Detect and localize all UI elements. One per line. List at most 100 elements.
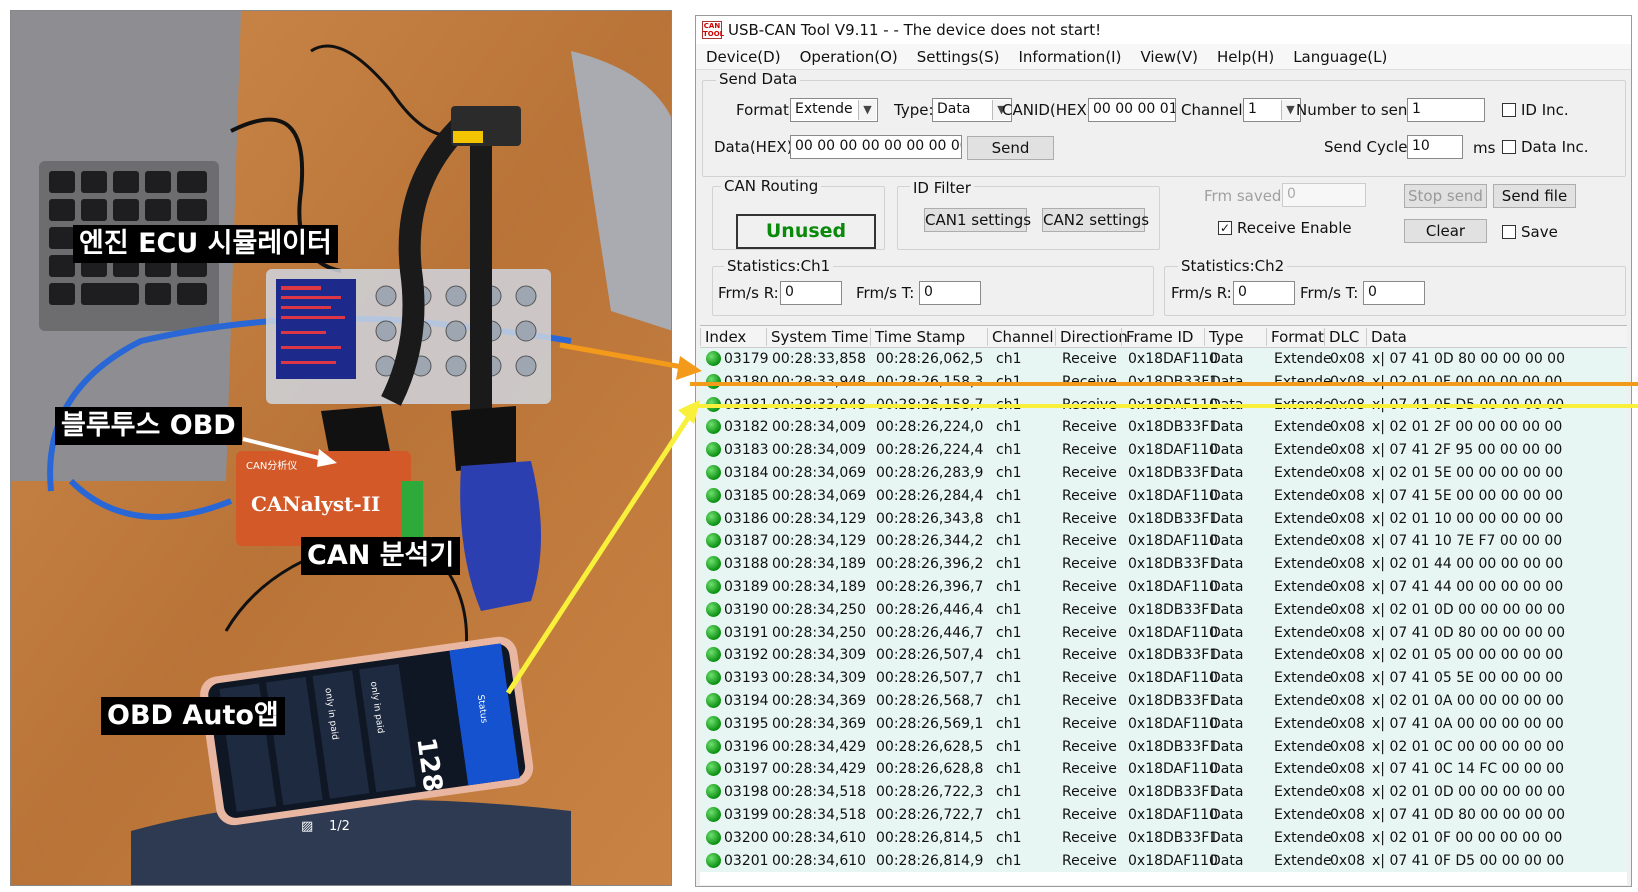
- cell-system-time: 00:28:34,369: [772, 715, 867, 732]
- chevron-down-icon: ▼: [858, 100, 876, 120]
- col-data-header[interactable]: Data: [1366, 328, 1407, 346]
- cell-data: x| 02 01 0D 00 00 00 00 00: [1372, 784, 1565, 801]
- send-button[interactable]: Send: [967, 136, 1054, 160]
- table-row[interactable]: 03193 00:28:34,309 00:28:26,507,7 ch1 Receiv…: [700, 667, 1627, 690]
- table-row[interactable]: 03188 00:28:34,189 00:28:26,396,2 ch1 Receiv…: [700, 553, 1627, 576]
- cell-time-stamp: 00:28:26,344,2: [876, 533, 984, 550]
- cell-system-time: 00:28:34,610: [772, 829, 867, 846]
- cell-format: Extende: [1274, 578, 1332, 595]
- cell-time-stamp: 00:28:26,628,8: [876, 761, 984, 778]
- cell-index: 03189: [724, 578, 769, 595]
- cell-index: 03179: [724, 351, 769, 367]
- table-row[interactable]: 03200 00:28:34,610 00:28:26,814,5 ch1 Receiv…: [700, 826, 1627, 850]
- menu-help[interactable]: Help(H): [1217, 48, 1274, 66]
- number-to-send-input[interactable]: 1: [1407, 98, 1485, 122]
- table-row[interactable]: 03197 00:28:34,429 00:28:26,628,8 ch1 Receiv…: [700, 758, 1627, 782]
- table-row[interactable]: 03201 00:28:34,610 00:28:26,814,9 ch1 Receiv…: [700, 849, 1627, 873]
- col-system-time-header[interactable]: System Time: [766, 328, 868, 346]
- can1-settings-button[interactable]: CAN1 settings: [924, 208, 1031, 232]
- table-row[interactable]: 03198 00:28:34,518 00:28:26,722,3 ch1 Receiv…: [700, 781, 1627, 804]
- cell-system-time: 00:28:34,429: [772, 761, 867, 778]
- format-select[interactable]: Extende ▼: [790, 98, 878, 122]
- can2-settings-button[interactable]: CAN2 settings: [1042, 208, 1149, 232]
- menu-view[interactable]: View(V): [1140, 48, 1198, 66]
- menu-operation[interactable]: Operation(O): [800, 48, 898, 66]
- data-hex-input[interactable]: 00 00 00 00 00 00 00 00: [790, 135, 962, 159]
- col-direction-header[interactable]: Direction: [1055, 328, 1128, 346]
- table-row[interactable]: 03182 00:28:34,009 00:28:26,224,0 ch1 Receiv…: [700, 416, 1627, 440]
- send-file-button[interactable]: Send file: [1493, 184, 1576, 208]
- cell-type: Data: [1210, 806, 1244, 823]
- cell-time-stamp: 00:28:26,396,2: [876, 556, 984, 573]
- cell-frame-id: 0x18DB33F1: [1128, 692, 1219, 709]
- cell-index: 03187: [724, 533, 769, 550]
- table-row[interactable]: 03181 00:28:33,948 00:28:26,158,7 ch1 Receiv…: [700, 393, 1627, 417]
- col-index-header[interactable]: Index: [700, 328, 746, 346]
- table-row[interactable]: 03186 00:28:34,129 00:28:26,343,8 ch1 Receiv…: [700, 507, 1627, 531]
- cell-system-time: 00:28:34,189: [772, 578, 867, 595]
- send-data-group: [702, 80, 1626, 177]
- table-row[interactable]: 03195 00:28:34,369 00:28:26,569,1 ch1 Receiv…: [700, 712, 1627, 736]
- cell-type: Data: [1210, 556, 1244, 573]
- green-dot-icon: [706, 670, 721, 686]
- col-frame-id-header[interactable]: Frame ID: [1121, 328, 1193, 346]
- table-row[interactable]: 03187 00:28:34,129 00:28:26,344,2 ch1 Receiv…: [700, 530, 1627, 554]
- send-cycle-input[interactable]: 10: [1407, 135, 1463, 159]
- clear-button[interactable]: Clear: [1404, 219, 1487, 243]
- menu-information[interactable]: Information(I): [1018, 48, 1121, 66]
- cell-format: Extende: [1274, 373, 1332, 390]
- cell-type: Data: [1210, 442, 1244, 459]
- ch1-frms-r-value: 0: [780, 281, 842, 305]
- col-dlc-header[interactable]: DLC: [1324, 328, 1359, 346]
- cell-data: x| 07 41 05 5E 00 00 00 00: [1372, 670, 1564, 687]
- stop-send-button[interactable]: Stop send: [1404, 184, 1487, 208]
- green-dot-icon: [706, 601, 721, 617]
- cell-system-time: 00:28:34,369: [772, 692, 867, 709]
- cell-dlc: 0x08: [1330, 692, 1366, 709]
- menu-settings[interactable]: Settings(S): [917, 48, 1000, 66]
- table-row[interactable]: 03192 00:28:34,309 00:28:26,507,4 ch1 Receiv…: [700, 644, 1627, 668]
- table-row[interactable]: 03196 00:28:34,429 00:28:26,628,5 ch1 Receiv…: [700, 735, 1627, 759]
- col-channel-header[interactable]: Channel: [987, 328, 1054, 346]
- cell-channel: ch1: [996, 556, 1022, 573]
- id-filter-label: ID Filter: [910, 179, 974, 197]
- id-inc-checkbox[interactable]: ID Inc.: [1502, 101, 1569, 119]
- table-row[interactable]: 03185 00:28:34,069 00:28:26,284,4 ch1 Receiv…: [700, 484, 1627, 508]
- table-row[interactable]: 03190 00:28:34,250 00:28:26,446,4 ch1 Receiv…: [700, 598, 1627, 622]
- table-row[interactable]: 03184 00:28:34,069 00:28:26,283,9 ch1 Receiv…: [700, 461, 1627, 485]
- table-row[interactable]: 03183 00:28:34,009 00:28:26,224,4 ch1 Receiv…: [700, 439, 1627, 462]
- table-row[interactable]: 03179 00:28:33,858 00:28:26,062,5 ch1 Receiv…: [700, 348, 1627, 371]
- col-time-stamp-header[interactable]: Time Stamp: [870, 328, 965, 346]
- cell-system-time: 00:28:34,009: [772, 419, 867, 436]
- cell-channel: ch1: [996, 510, 1022, 527]
- menu-device[interactable]: Device(D): [706, 48, 781, 66]
- col-type-header[interactable]: Type: [1204, 328, 1243, 346]
- cell-format: Extende: [1274, 761, 1332, 778]
- can-routing-unused-button[interactable]: Unused: [736, 214, 876, 249]
- receive-enable-checkbox[interactable]: ✓ Receive Enable: [1218, 219, 1352, 237]
- table-row[interactable]: 03180 00:28:33,948 00:28:26,158,3 ch1 Receiv…: [700, 370, 1627, 394]
- cell-index: 03183: [724, 442, 769, 459]
- can-frame-table[interactable]: Index System Time Time Stamp Channel Directi…: [700, 325, 1627, 885]
- table-row[interactable]: 03189 00:28:34,189 00:28:26,396,7 ch1 Receiv…: [700, 575, 1627, 599]
- cell-system-time: 00:28:34,069: [772, 487, 867, 504]
- canid-input[interactable]: 00 00 00 01: [1088, 98, 1176, 122]
- cell-direction: Receive: [1062, 806, 1117, 823]
- table-row[interactable]: 03194 00:28:34,369 00:28:26,568,7 ch1 Receiv…: [700, 689, 1627, 713]
- type-select[interactable]: Data ▼: [932, 98, 1012, 122]
- cell-data: x| 02 01 0D 00 00 00 00 00: [1372, 601, 1565, 618]
- cell-system-time: 00:28:34,610: [772, 852, 867, 869]
- cell-direction: Receive: [1062, 373, 1117, 390]
- cell-direction: Receive: [1062, 442, 1117, 459]
- channel-select[interactable]: 1 ▼: [1243, 98, 1301, 122]
- data-inc-checkbox[interactable]: Data Inc.: [1502, 138, 1589, 156]
- cell-type: Data: [1210, 761, 1244, 778]
- cell-dlc: 0x08: [1330, 761, 1366, 778]
- table-row[interactable]: 03191 00:28:34,250 00:28:26,446,7 ch1 Receiv…: [700, 621, 1627, 645]
- usb-can-tool-window: CAN TOOL USB-CAN Tool V9.11 - - The devi…: [695, 15, 1632, 887]
- green-dot-icon: [706, 442, 721, 458]
- table-row[interactable]: 03199 00:28:34,518 00:28:26,722,7 ch1 Receiv…: [700, 803, 1627, 827]
- col-format-header[interactable]: Format: [1266, 328, 1324, 346]
- save-checkbox[interactable]: Save: [1502, 223, 1558, 241]
- menu-language[interactable]: Language(L): [1293, 48, 1387, 66]
